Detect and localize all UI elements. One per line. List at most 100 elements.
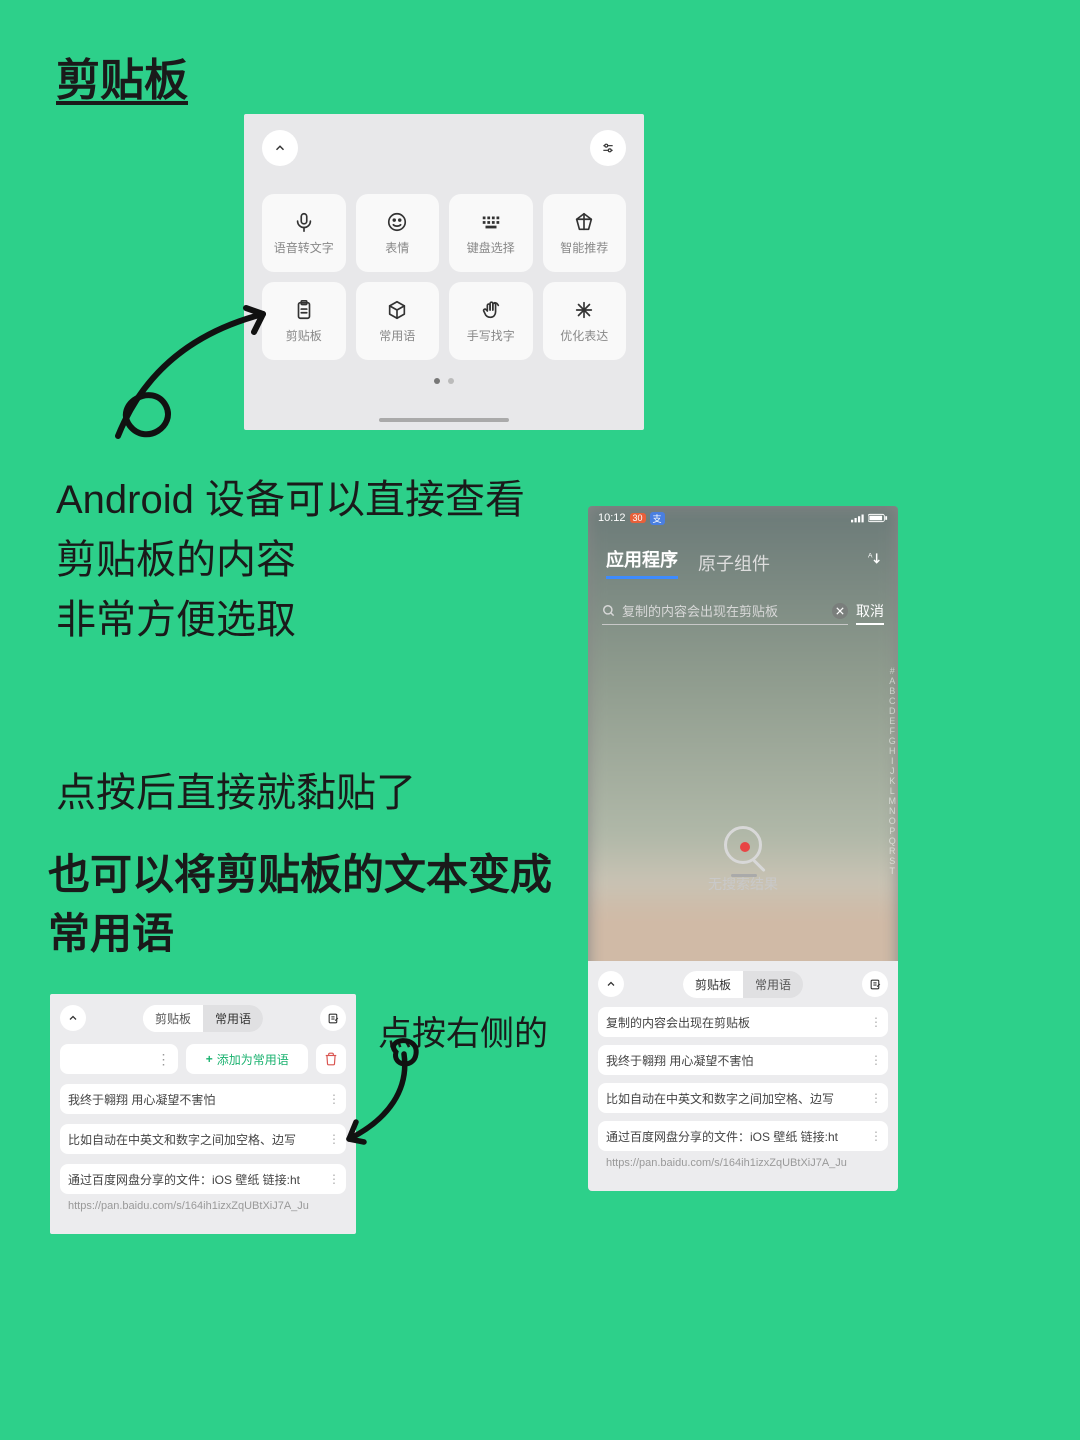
alpha-letter[interactable]: C [889, 696, 897, 706]
sparkle-icon [573, 299, 595, 321]
add-phrase-button[interactable]: + 添加为常用语 [186, 1044, 308, 1074]
alpha-letter[interactable]: F [889, 726, 897, 736]
clear-button[interactable] [832, 603, 848, 619]
tab-apps[interactable]: 应用程序 [606, 546, 678, 579]
edit-list-icon [327, 1012, 340, 1025]
alpha-letter[interactable]: # [889, 666, 897, 676]
keyboard-select-tile[interactable]: 键盘选择 [449, 194, 533, 272]
alpha-letter[interactable]: B [889, 686, 897, 696]
clip-item[interactable]: 通过百度网盘分享的文件：iOS 壁纸 链接:ht⋮ [60, 1164, 346, 1194]
home-indicator [379, 418, 509, 422]
more-icon[interactable]: ⋮ [870, 1129, 882, 1143]
tab-atoms[interactable]: 原子组件 [698, 550, 770, 576]
edit-button[interactable] [862, 971, 888, 997]
tab-clipboard[interactable]: 剪贴板 [143, 1005, 203, 1032]
tab-phrases[interactable]: 常用语 [743, 971, 803, 998]
alpha-letter[interactable]: M [889, 796, 897, 806]
clip-item[interactable]: 我终于翱翔 用心凝望不害怕⋮ [60, 1084, 346, 1114]
alpha-letter[interactable]: A [889, 676, 897, 686]
collapse-button[interactable] [262, 130, 298, 166]
search-row: 复制的内容会出现在剪贴板 取消 [602, 601, 884, 625]
clip-text: 比如自动在中英文和数字之间加空格、边写 [606, 1090, 880, 1107]
alpha-letter[interactable]: G [889, 736, 897, 746]
clip-item-truncated: https://pan.baidu.com/s/164ih1izxZqUBtXi… [60, 1194, 346, 1212]
clip-text: 复制的内容会出现在剪贴板 [606, 1014, 880, 1031]
chevron-up-icon [605, 978, 617, 990]
alpha-letter[interactable]: T [889, 866, 897, 876]
tab-clipboard[interactable]: 剪贴板 [683, 971, 743, 998]
mic-icon [293, 211, 315, 233]
chevron-up-icon [67, 1012, 79, 1024]
optimize-tile[interactable]: 优化表达 [543, 282, 627, 360]
diamond-icon [573, 211, 595, 233]
more-icon[interactable]: ⋮ [328, 1172, 340, 1186]
tab-phrases[interactable]: 常用语 [203, 1005, 263, 1032]
clip-item[interactable]: 复制的内容会出现在剪贴板⋮ [598, 1007, 888, 1037]
cancel-button[interactable]: 取消 [856, 601, 884, 625]
settings-button[interactable] [590, 130, 626, 166]
keyboard-tools-panel: 语音转文字表情键盘选择智能推荐剪贴板常用语手写找字优化表达 [244, 114, 644, 430]
clipboard-edit-panel: 剪贴板 常用语 ⋮ + 添加为常用语 我终于翱翔 用心凝望不害怕⋮比如自动在中英… [50, 994, 356, 1234]
alpha-letter[interactable]: S [889, 856, 897, 866]
alpha-index[interactable]: #ABCDEFGHIJKLMNOPQRST [889, 666, 897, 876]
status-time: 10:12 [598, 512, 626, 524]
phrases-tile[interactable]: 常用语 [356, 282, 440, 360]
alpha-letter[interactable]: P [889, 826, 897, 836]
plus-icon: + [206, 1052, 213, 1066]
text-line: Android 设备可以直接查看 [56, 470, 525, 530]
emoji-tile[interactable]: 表情 [356, 194, 440, 272]
clip-text: 比如自动在中英文和数字之间加空格、边写 [68, 1131, 338, 1148]
alpha-letter[interactable]: Q [889, 836, 897, 846]
voice-to-text-tile[interactable]: 语音转文字 [262, 194, 346, 272]
no-result-text: 无搜索结果 [708, 874, 778, 894]
sort-icon: A [866, 550, 882, 566]
tile-label: 优化表达 [560, 327, 608, 344]
clip-item[interactable]: 我终于翱翔 用心凝望不害怕⋮ [598, 1045, 888, 1075]
text-line: 非常方便选取 [56, 590, 525, 650]
alpha-letter[interactable]: J [889, 766, 897, 776]
more-icon[interactable]: ⋮ [870, 1053, 882, 1067]
search-input[interactable]: 复制的内容会出现在剪贴板 [602, 601, 848, 625]
sort-button[interactable]: A [866, 550, 882, 566]
hand-icon [480, 299, 502, 321]
more-icon[interactable]: ⋮ [870, 1091, 882, 1105]
status-badge: 支 [650, 512, 665, 525]
clip-item[interactable]: 通过百度网盘分享的文件：iOS 壁纸 链接:ht⋮ [598, 1121, 888, 1151]
smart-suggest-tile[interactable]: 智能推荐 [543, 194, 627, 272]
smile-icon [386, 211, 408, 233]
tile-label: 语音转文字 [274, 239, 334, 256]
svg-text:A: A [868, 552, 873, 559]
clip-text: 通过百度网盘分享的文件：iOS 壁纸 链接:ht [68, 1171, 338, 1188]
alpha-letter[interactable]: N [889, 806, 897, 816]
clip-text: 我终于翱翔 用心凝望不害怕 [68, 1091, 338, 1108]
clip-text: 通过百度网盘分享的文件：iOS 壁纸 链接:ht [606, 1128, 880, 1145]
search-icon [602, 604, 616, 618]
clip-item[interactable]: 比如自动在中英文和数字之间加空格、边写⋮ [598, 1083, 888, 1113]
clip-item[interactable]: 比如自动在中英文和数字之间加空格、边写⋮ [60, 1124, 346, 1154]
alpha-letter[interactable]: L [889, 786, 897, 796]
tile-label: 键盘选择 [467, 239, 515, 256]
alpha-letter[interactable]: K [889, 776, 897, 786]
alpha-letter[interactable]: E [889, 716, 897, 726]
status-bar: 10:12 30 支 [588, 506, 898, 526]
alpha-letter[interactable]: D [889, 706, 897, 716]
collapse-button[interactable] [598, 971, 624, 997]
alpha-letter[interactable]: R [889, 846, 897, 856]
phone-screenshot: 10:12 30 支 应用程序 原子组件 A 复制的内容会出现在剪贴板 取消 无… [588, 506, 898, 1191]
alpha-letter[interactable]: I [889, 756, 897, 766]
tile-label: 表情 [385, 239, 409, 256]
edit-button[interactable] [320, 1005, 346, 1031]
alpha-letter[interactable]: O [889, 816, 897, 826]
selected-text-box: ⋮ [60, 1044, 178, 1074]
clip-text: 我终于翱翔 用心凝望不害怕 [606, 1052, 880, 1069]
edit-list-icon [869, 978, 882, 991]
alpha-letter[interactable]: H [889, 746, 897, 756]
tabs: 剪贴板 常用语 [683, 971, 803, 998]
x-icon [836, 607, 844, 615]
page-title: 剪贴板 [56, 44, 188, 108]
app-tabs: 应用程序 原子组件 A [588, 526, 898, 587]
arrow-annotation-1 [108, 296, 298, 446]
collapse-button[interactable] [60, 1005, 86, 1031]
more-icon[interactable]: ⋮ [870, 1015, 882, 1029]
handwrite-tile[interactable]: 手写找字 [449, 282, 533, 360]
